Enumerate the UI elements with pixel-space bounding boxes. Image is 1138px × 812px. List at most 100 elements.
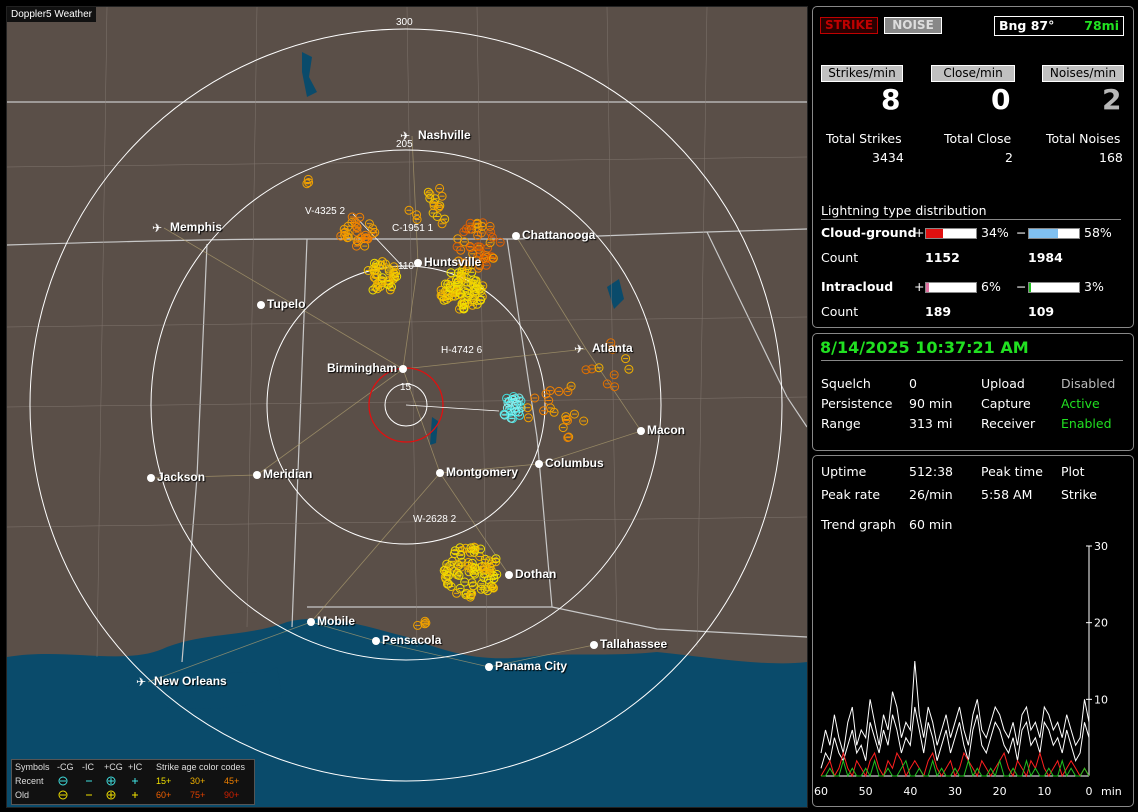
city-dot (535, 460, 543, 468)
plot-label: Plot (1061, 464, 1085, 479)
receiver-value[interactable]: Enabled (1061, 416, 1112, 431)
ic-neg-sign: − (1016, 279, 1027, 294)
city-label: Macon (647, 423, 686, 437)
lake (607, 279, 624, 309)
map-canvas (7, 7, 807, 807)
ic-count-label: Count (821, 304, 859, 319)
total-close-value: 2 (1005, 150, 1013, 165)
storm-cell-label[interactable]: H-4742 6 (441, 345, 482, 356)
cg-neg-percent: 58% (1084, 225, 1112, 240)
strikes-per-min-button[interactable]: Strikes/min (821, 65, 903, 82)
city-label: Panama City (495, 659, 568, 673)
city-dot (372, 637, 380, 645)
squelch-value: 0 (909, 376, 917, 391)
ic-pos-percent: 6% (981, 279, 1001, 294)
cg-pos-percent: 34% (981, 225, 1009, 240)
cg-count-label: Count (821, 250, 859, 265)
capture-value[interactable]: Active (1061, 396, 1100, 411)
city-dot (414, 259, 422, 267)
uptime-label: Uptime (821, 464, 867, 479)
lake (430, 417, 438, 445)
city-dot (590, 641, 598, 649)
cg-pos-bar (925, 228, 977, 239)
upload-value[interactable]: Disabled (1061, 376, 1115, 391)
strike-counts-panel: STRIKE NOISE Bng 87° 78mi Strikes/min Cl… (812, 6, 1134, 328)
storm-cell-label[interactable]: W-2628 2 (413, 514, 456, 525)
y-tick-label: 20 (1094, 617, 1108, 630)
ring-label-300: 300 (396, 17, 413, 28)
close-per-min-button[interactable]: Close/min (931, 65, 1015, 82)
intracloud-label: Intracloud (821, 279, 894, 294)
upload-label: Upload (981, 376, 1025, 391)
city-label: Tallahassee (600, 637, 668, 651)
noises-per-min-value: 2 (1102, 83, 1122, 116)
trend-panel: Uptime 512:38 Peak time Plot Peak rate 2… (812, 455, 1134, 807)
x-tick-label: 30 (948, 785, 962, 798)
city-dot (147, 474, 155, 482)
uptime-value: 512:38 (909, 464, 953, 479)
cg-pos-sign: + (914, 225, 925, 240)
city-dot (257, 301, 265, 309)
noises-per-min-button[interactable]: Noises/min (1042, 65, 1124, 82)
x-tick-label: 0 (1086, 785, 1093, 798)
peak-rate-value: 26/min (909, 487, 953, 502)
strikes-per-min-value: 8 (881, 83, 901, 116)
city-label: Dothan (515, 567, 557, 581)
city-label: Chattanooga (522, 228, 596, 242)
strike-mode-button[interactable]: STRIKE (820, 17, 878, 34)
ring-label-110: 110 (398, 261, 414, 272)
city-dot (399, 365, 407, 373)
x-tick-label: 20 (993, 785, 1007, 798)
city-label: Mobile (317, 614, 355, 628)
city-label: New Orleans (154, 674, 227, 688)
city-label: Huntsville (424, 255, 482, 269)
city-dot (505, 571, 513, 579)
range-value: 313 mi (909, 416, 953, 431)
status-panel: 8/14/2025 10:37:21 AM Squelch 0 Persiste… (812, 333, 1134, 451)
ic-neg-bar (1028, 282, 1080, 293)
city-label: Pensacola (382, 633, 442, 647)
x-unit-label: min (1101, 785, 1122, 798)
ic-pos-sign: + (914, 279, 925, 294)
datetime-display: 8/14/2025 10:37:21 AM (820, 338, 1029, 357)
total-strikes-value: 3434 (872, 150, 904, 165)
peak-rate-label: Peak rate (821, 487, 881, 502)
noise-mode-button[interactable]: NOISE (884, 17, 942, 34)
lightning-map[interactable]: Doppler5 Weather 300 205 110 15 ✈ Nashvil… (6, 6, 808, 808)
city-dot (436, 469, 444, 477)
city-dot (637, 427, 645, 435)
x-tick-label: 50 (859, 785, 873, 798)
city-label: Birmingham (327, 361, 398, 375)
city-dot (307, 618, 315, 626)
cg-neg-sign: − (1016, 225, 1027, 240)
city-label: Jackson (157, 470, 206, 484)
ic-neg-percent: 3% (1084, 279, 1104, 294)
symbol-legend: Symbols -CG -IC +CG +IC Strike age color… (11, 759, 255, 805)
plot-value[interactable]: Strike (1061, 487, 1097, 502)
city-label: Meridian (263, 467, 313, 481)
airport-icon: ✈ (152, 221, 163, 235)
city-label: Montgomery (446, 465, 518, 479)
city-label: Columbus (545, 456, 604, 470)
city-dot (512, 232, 520, 240)
ring-label-15: 15 (400, 382, 412, 393)
city-label: Nashville (418, 128, 471, 142)
airport-icon: ✈ (400, 129, 411, 143)
window-title: Doppler5 Weather (7, 7, 96, 22)
distribution-title: Lightning type distribution (821, 203, 987, 218)
storm-cell-label[interactable]: C-1951 1 (392, 223, 433, 234)
ic-pos-count: 189 (925, 304, 952, 319)
trend-graph-value[interactable]: 60 min (909, 517, 952, 532)
highways (147, 135, 642, 683)
storm-cell-label[interactable]: V-4325 2 (305, 206, 345, 217)
capture-label: Capture (981, 396, 1031, 411)
ic-neg-count: 109 (1028, 304, 1055, 319)
city-label: Atlanta (592, 341, 633, 355)
city-dot (253, 471, 261, 479)
y-tick-label: 30 (1094, 540, 1108, 553)
range-label: Range (821, 416, 861, 431)
county-lines (7, 7, 807, 658)
ic-pos-bar (925, 282, 977, 293)
strike-markers (302, 174, 634, 630)
x-tick-label: 60 (814, 785, 828, 798)
